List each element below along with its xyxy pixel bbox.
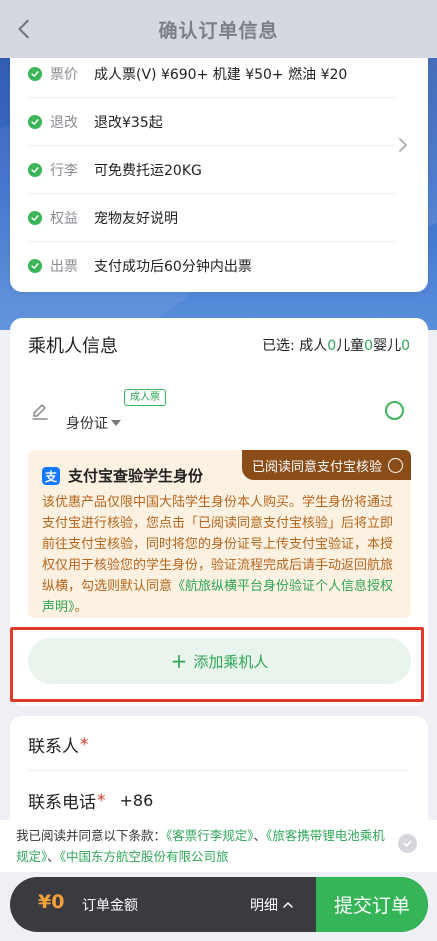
id-type-selector[interactable]: 身份证 [66,413,121,433]
baggage-rules-link[interactable]: 《客票行李规定》 [166,828,254,843]
adult-count: 0 [327,338,337,354]
contact-info-card: 联系人 * 联系电话 * +86 [10,716,428,826]
plus-icon: + [170,649,188,673]
child-count: 0 [364,338,374,354]
terms-separator: 、 [253,828,267,843]
required-mark: * [80,734,89,755]
terms-agree-checkbox[interactable] [398,834,417,853]
required-mark: * [97,790,106,811]
chevron-up-icon [283,902,293,908]
infant-count: 0 [401,338,410,354]
policy-label: 票价 [50,66,78,83]
order-amount: ¥0 [38,891,65,913]
passenger-select-radio[interactable] [385,401,404,420]
chevron-right-icon[interactable] [396,136,410,154]
id-type-label: 身份证 [66,416,108,432]
back-button[interactable] [10,14,40,44]
radio-circle-icon [388,457,403,473]
student-verify-notice: 已阅读同意支付宝核验 支 支付宝查验学生身份 该优惠产品仅限中国大陆学生身份本人… [28,450,411,618]
policy-label: 出票 [50,259,78,275]
adult-ticket-badge: 成人票 [124,389,166,406]
price-detail-toggle[interactable]: 明细 [250,895,294,915]
airline-terms-link[interactable]: 《中国东方航空股份有限公司旅 [60,849,229,864]
caret-down-icon [111,420,121,426]
policy-row-refund: 退改 退改¥35起 [28,98,396,146]
add-passenger-button[interactable]: + 添加乘机人 [28,638,411,684]
contact-name-label: 联系人 [28,737,79,757]
alipay-icon: 支 [42,467,60,485]
fare-policy-card[interactable]: 票价 成人票(V) ¥690+ 机建 ¥50+ 燃油 ¥20 退改 退改¥35起… [10,50,428,292]
infant-label: 婴儿 [373,338,402,354]
verify-title: 支付宝查验学生身份 [68,467,204,485]
verify-description: 该优惠产品仅限中国大陆学生身份本人购买。学生身份将通过支付宝进行核验，您点击「已… [42,492,400,618]
policy-row-ticketing: 出票 支付成功后60分钟内出票 [28,242,396,290]
checkout-bar: ¥0 订单金额 明细 提交订单 [10,877,428,932]
policy-value: 支付成功后60分钟内出票 [94,259,252,275]
terms-prefix: 我已阅读并同意以下条款： [16,828,167,843]
policy-value: 成人票(V) ¥690+ 机建 ¥50+ 燃油 ¥20 [94,66,348,83]
check-circle-icon [28,114,42,129]
contact-name-row[interactable]: 联系人 * [28,732,89,758]
terms-agreement: 我已阅读并同意以下条款：《客票行李规定》、《旅客携带锂电池乘机规定》、《中国东方… [0,820,437,872]
page-title: 确认订单信息 [158,19,279,42]
policy-value: 宠物友好说明 [94,210,178,227]
policy-value: 可免费托运20KG [94,162,202,179]
top-navigation-bar: 确认订单信息 [0,0,437,58]
contact-phone-label: 联系电话 [28,793,96,813]
edit-pencil-icon[interactable] [30,400,50,420]
contact-phone-row[interactable]: 联系电话 * +86 [28,788,154,814]
check-circle-icon [28,66,42,81]
consent-label: 已阅读同意支付宝核验 [251,459,382,475]
policy-label: 权益 [50,210,78,227]
passenger-info-card: 乘机人信息 已选: 成人0儿童0婴儿0 成人票 身份证 已阅读同意支付宝核验 支… [10,318,428,706]
policy-label: 行李 [50,162,78,179]
order-amount-label: 订单金额 [82,898,138,914]
chevron-left-icon [18,19,29,39]
add-passenger-label: 添加乘机人 [193,652,269,671]
check-circle-icon [28,162,42,177]
policy-label: 退改 [50,114,78,131]
terms-text: 我已阅读并同意以下条款：《客票行李规定》、《旅客携带锂电池乘机规定》、《中国东方… [16,825,386,867]
child-label: 儿童 [336,338,365,354]
terms-separator: 、 [47,849,60,864]
verify-end: 。 [74,600,88,615]
check-circle-icon [28,210,42,225]
selected-passenger-summary: 已选: 成人0儿童0婴儿0 [262,335,410,355]
submit-order-button[interactable]: 提交订单 [316,877,428,932]
passenger-section-title: 乘机人信息 [28,336,118,357]
selected-prefix: 已选: [262,338,295,354]
detail-label: 明细 [250,898,278,914]
policy-row-baggage: 行李 可免费托运20KG [28,146,396,194]
phone-country-code[interactable]: +86 [120,791,154,810]
check-circle-icon [28,259,42,273]
policy-row-benefits: 权益 宠物友好说明 [28,194,396,242]
policy-value: 退改¥35起 [94,114,163,131]
adult-label: 成人 [299,338,328,354]
check-icon [403,840,412,847]
divider [28,770,410,771]
alipay-consent-toggle[interactable]: 已阅读同意支付宝核验 [241,450,411,480]
